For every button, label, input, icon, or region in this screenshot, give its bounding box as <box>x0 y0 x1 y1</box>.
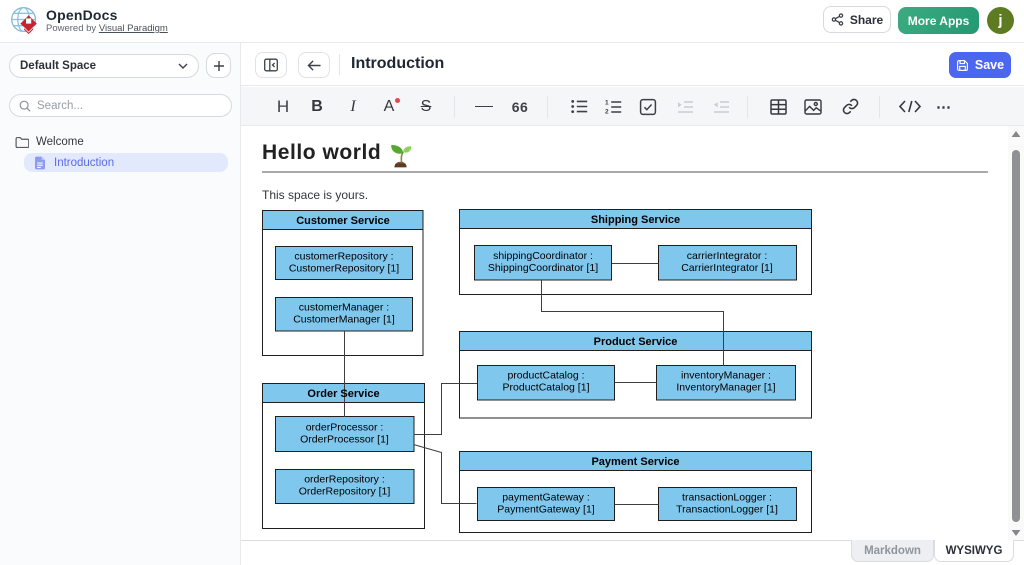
svg-text:CustomerRepository [1]: CustomerRepository [1] <box>289 263 399 275</box>
svg-text:TransactionLogger [1]: TransactionLogger [1] <box>676 504 778 516</box>
svg-text:PaymentGateway [1]: PaymentGateway [1] <box>497 504 595 516</box>
svg-text:InventoryManager [1]: InventoryManager [1] <box>676 382 775 394</box>
svg-text:paymentGateway :: paymentGateway : <box>502 492 590 504</box>
svg-text:carrierIntegrator :: carrierIntegrator : <box>687 250 768 262</box>
svg-text:customerRepository :: customerRepository : <box>294 251 393 263</box>
svg-text:orderRepository :: orderRepository : <box>304 474 385 486</box>
svg-text:shippingCoordinator :: shippingCoordinator : <box>493 250 593 262</box>
svg-text:productCatalog :: productCatalog : <box>507 370 584 382</box>
svg-text:ProductCatalog [1]: ProductCatalog [1] <box>503 382 590 394</box>
svg-text:transactionLogger :: transactionLogger : <box>682 492 772 504</box>
svg-text:OrderProcessor [1]: OrderProcessor [1] <box>300 434 389 446</box>
svg-text:Order Service: Order Service <box>307 388 379 400</box>
svg-text:customerManager :: customerManager : <box>299 302 389 314</box>
svg-text:inventoryManager :: inventoryManager : <box>681 370 771 382</box>
svg-text:Shipping Service: Shipping Service <box>591 214 680 226</box>
svg-text:CarrierIntegrator [1]: CarrierIntegrator [1] <box>681 262 773 274</box>
svg-text:Payment Service: Payment Service <box>591 456 679 468</box>
svg-text:1: 1 <box>605 99 609 106</box>
svg-text:Product Service: Product Service <box>594 336 678 348</box>
svg-text:OrderRepository [1]: OrderRepository [1] <box>299 486 391 498</box>
svg-text:CustomerManager [1]: CustomerManager [1] <box>293 314 395 326</box>
svg-text:orderProcessor :: orderProcessor : <box>306 422 384 434</box>
svg-text:ShippingCoordinator [1]: ShippingCoordinator [1] <box>488 262 598 274</box>
svg-text:2: 2 <box>605 108 609 114</box>
svg-text:Customer Service: Customer Service <box>296 215 390 227</box>
